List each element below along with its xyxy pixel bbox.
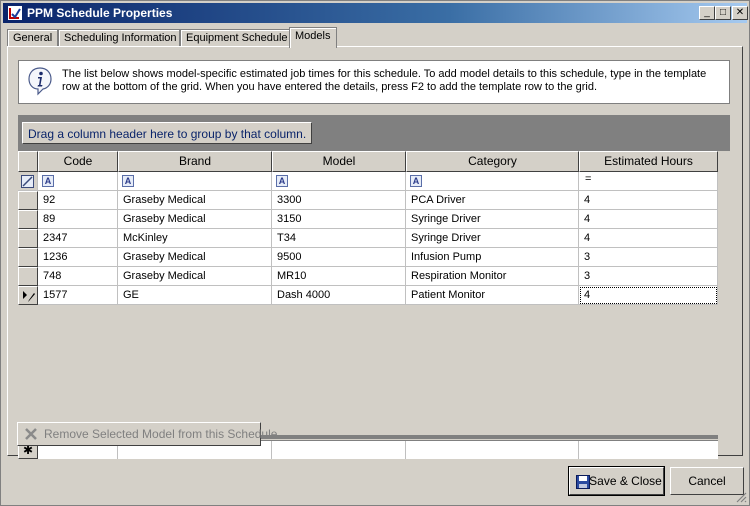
cell-estimated-hours[interactable]: 4 — [579, 191, 718, 210]
filter-cell-category[interactable]: A — [406, 172, 579, 191]
cell-category[interactable]: PCA Driver — [406, 191, 579, 210]
filter-cell-brand[interactable]: A — [118, 172, 272, 191]
cell-estimated-hours[interactable]: 3 — [579, 267, 718, 286]
cell-brand[interactable]: Graseby Medical — [118, 267, 272, 286]
row-selector-active[interactable] — [18, 286, 38, 305]
cell-code[interactable]: 92 — [38, 191, 118, 210]
cell-model[interactable]: Dash 4000 — [272, 286, 406, 305]
table-row[interactable]: 1236 Graseby Medical 9500 Infusion Pump … — [18, 248, 718, 267]
cell-brand[interactable]: Graseby Medical — [118, 248, 272, 267]
cell-estimated-hours-active[interactable]: 4 — [579, 286, 718, 305]
info-text: The list below shows model-specific esti… — [62, 68, 707, 93]
remove-x-icon — [25, 428, 37, 440]
maximize-button[interactable]: □ — [715, 6, 731, 20]
save-disk-icon — [576, 475, 590, 489]
edit-row-pencil-icon — [23, 291, 35, 302]
row-selector[interactable] — [18, 248, 38, 267]
filter-operator-icon[interactable]: A — [276, 175, 288, 187]
column-header-brand[interactable]: Brand — [118, 151, 272, 172]
cell-category[interactable]: Infusion Pump — [406, 248, 579, 267]
ppm-schedule-properties-window: PPM Schedule Properties _ □ ✕ General Sc… — [0, 0, 750, 506]
cell-model[interactable]: 3300 — [272, 191, 406, 210]
filter-cell-code[interactable]: A — [38, 172, 118, 191]
app-logo-icon — [8, 6, 22, 20]
cell-code[interactable]: 89 — [38, 210, 118, 229]
save-close-button[interactable]: Save & Close — [568, 466, 665, 496]
row-selector[interactable] — [18, 267, 38, 286]
info-icon — [28, 67, 52, 96]
grid-header-row: Code Brand Model Category Estimated Hour… — [18, 151, 718, 172]
cell-brand[interactable]: McKinley — [118, 229, 272, 248]
column-header-estimated-hours[interactable]: Estimated Hours — [579, 151, 718, 172]
table-row[interactable]: 2347 McKinley T34 Syringe Driver 4 — [18, 229, 718, 248]
filter-equals-icon[interactable]: = — [585, 173, 591, 185]
row-selector[interactable] — [18, 210, 38, 229]
cell-estimated-hours[interactable]: 3 — [579, 248, 718, 267]
grid-empty-area — [18, 305, 718, 435]
table-row-editing[interactable]: 1577 GE Dash 4000 Patient Monitor 4 — [18, 286, 718, 305]
cell-estimated-hours[interactable]: 4 — [579, 210, 718, 229]
info-box: The list below shows model-specific esti… — [18, 60, 730, 104]
filter-operator-icon[interactable]: A — [122, 175, 134, 187]
filter-operator-icon[interactable]: A — [42, 175, 54, 187]
cell-category[interactable]: Patient Monitor — [406, 286, 579, 305]
tab-general[interactable]: General — [7, 29, 58, 47]
table-row[interactable]: 89 Graseby Medical 3150 Syringe Driver 4 — [18, 210, 718, 229]
cell-code[interactable]: 2347 — [38, 229, 118, 248]
cell-brand[interactable]: GE — [118, 286, 272, 305]
filter-row: A A A A = — [18, 172, 718, 191]
column-header-category[interactable]: Category — [406, 151, 579, 172]
cell-estimated-hours[interactable]: 4 — [579, 229, 718, 248]
tab-equipment-schedule[interactable]: Equipment Schedule — [180, 29, 291, 47]
group-by-hint: Drag a column header here to group by th… — [22, 122, 313, 144]
close-button[interactable]: ✕ — [732, 6, 748, 20]
row-selector[interactable] — [18, 191, 38, 210]
group-by-area[interactable]: Drag a column header here to group by th… — [18, 115, 730, 151]
cell-code[interactable]: 748 — [38, 267, 118, 286]
title-bar[interactable]: PPM Schedule Properties _ □ ✕ — [3, 3, 748, 23]
models-tab-panel: The list below shows model-specific esti… — [7, 46, 743, 459]
filter-cell-estimated-hours[interactable]: = — [579, 172, 718, 191]
clear-filter-cell[interactable] — [18, 172, 38, 191]
cell-brand[interactable]: Graseby Medical — [118, 210, 272, 229]
tab-models[interactable]: Models — [289, 27, 337, 48]
resize-grip-icon[interactable] — [735, 491, 747, 503]
clear-filter-icon[interactable] — [21, 175, 34, 188]
cell-category[interactable]: Respiration Monitor — [406, 267, 579, 286]
cell-code[interactable]: 1236 — [38, 248, 118, 267]
column-header-model[interactable]: Model — [272, 151, 406, 172]
remove-button-label: Remove Selected Model from this Schedule — [44, 427, 278, 441]
column-header-code[interactable]: Code — [38, 151, 118, 172]
cell-model[interactable]: T34 — [272, 229, 406, 248]
cell-model[interactable]: 3150 — [272, 210, 406, 229]
row-selector-header — [18, 151, 38, 172]
filter-operator-icon[interactable]: A — [410, 175, 422, 187]
row-selector[interactable] — [18, 229, 38, 248]
cell-category[interactable]: Syringe Driver — [406, 229, 579, 248]
new-cell-estimated-hours[interactable] — [579, 441, 718, 459]
cancel-button[interactable]: Cancel — [670, 467, 744, 495]
new-cell-model[interactable] — [272, 441, 406, 459]
save-close-label: Save & Close — [589, 474, 662, 488]
cell-model[interactable]: MR10 — [272, 267, 406, 286]
filter-cell-model[interactable]: A — [272, 172, 406, 191]
cell-brand[interactable]: Graseby Medical — [118, 191, 272, 210]
table-row[interactable]: 92 Graseby Medical 3300 PCA Driver 4 — [18, 191, 718, 210]
window-title: PPM Schedule Properties — [27, 6, 173, 20]
minimize-button[interactable]: _ — [699, 6, 715, 20]
remove-selected-model-button[interactable]: Remove Selected Model from this Schedule — [17, 422, 277, 446]
cell-model[interactable]: 9500 — [272, 248, 406, 267]
tab-scheduling-information[interactable]: Scheduling Information — [58, 29, 180, 47]
table-row[interactable]: 748 Graseby Medical MR10 Respiration Mon… — [18, 267, 718, 286]
cell-code[interactable]: 1577 — [38, 286, 118, 305]
new-cell-category[interactable] — [406, 441, 579, 459]
models-grid[interactable]: Drag a column header here to group by th… — [18, 115, 730, 459]
cell-category[interactable]: Syringe Driver — [406, 210, 579, 229]
